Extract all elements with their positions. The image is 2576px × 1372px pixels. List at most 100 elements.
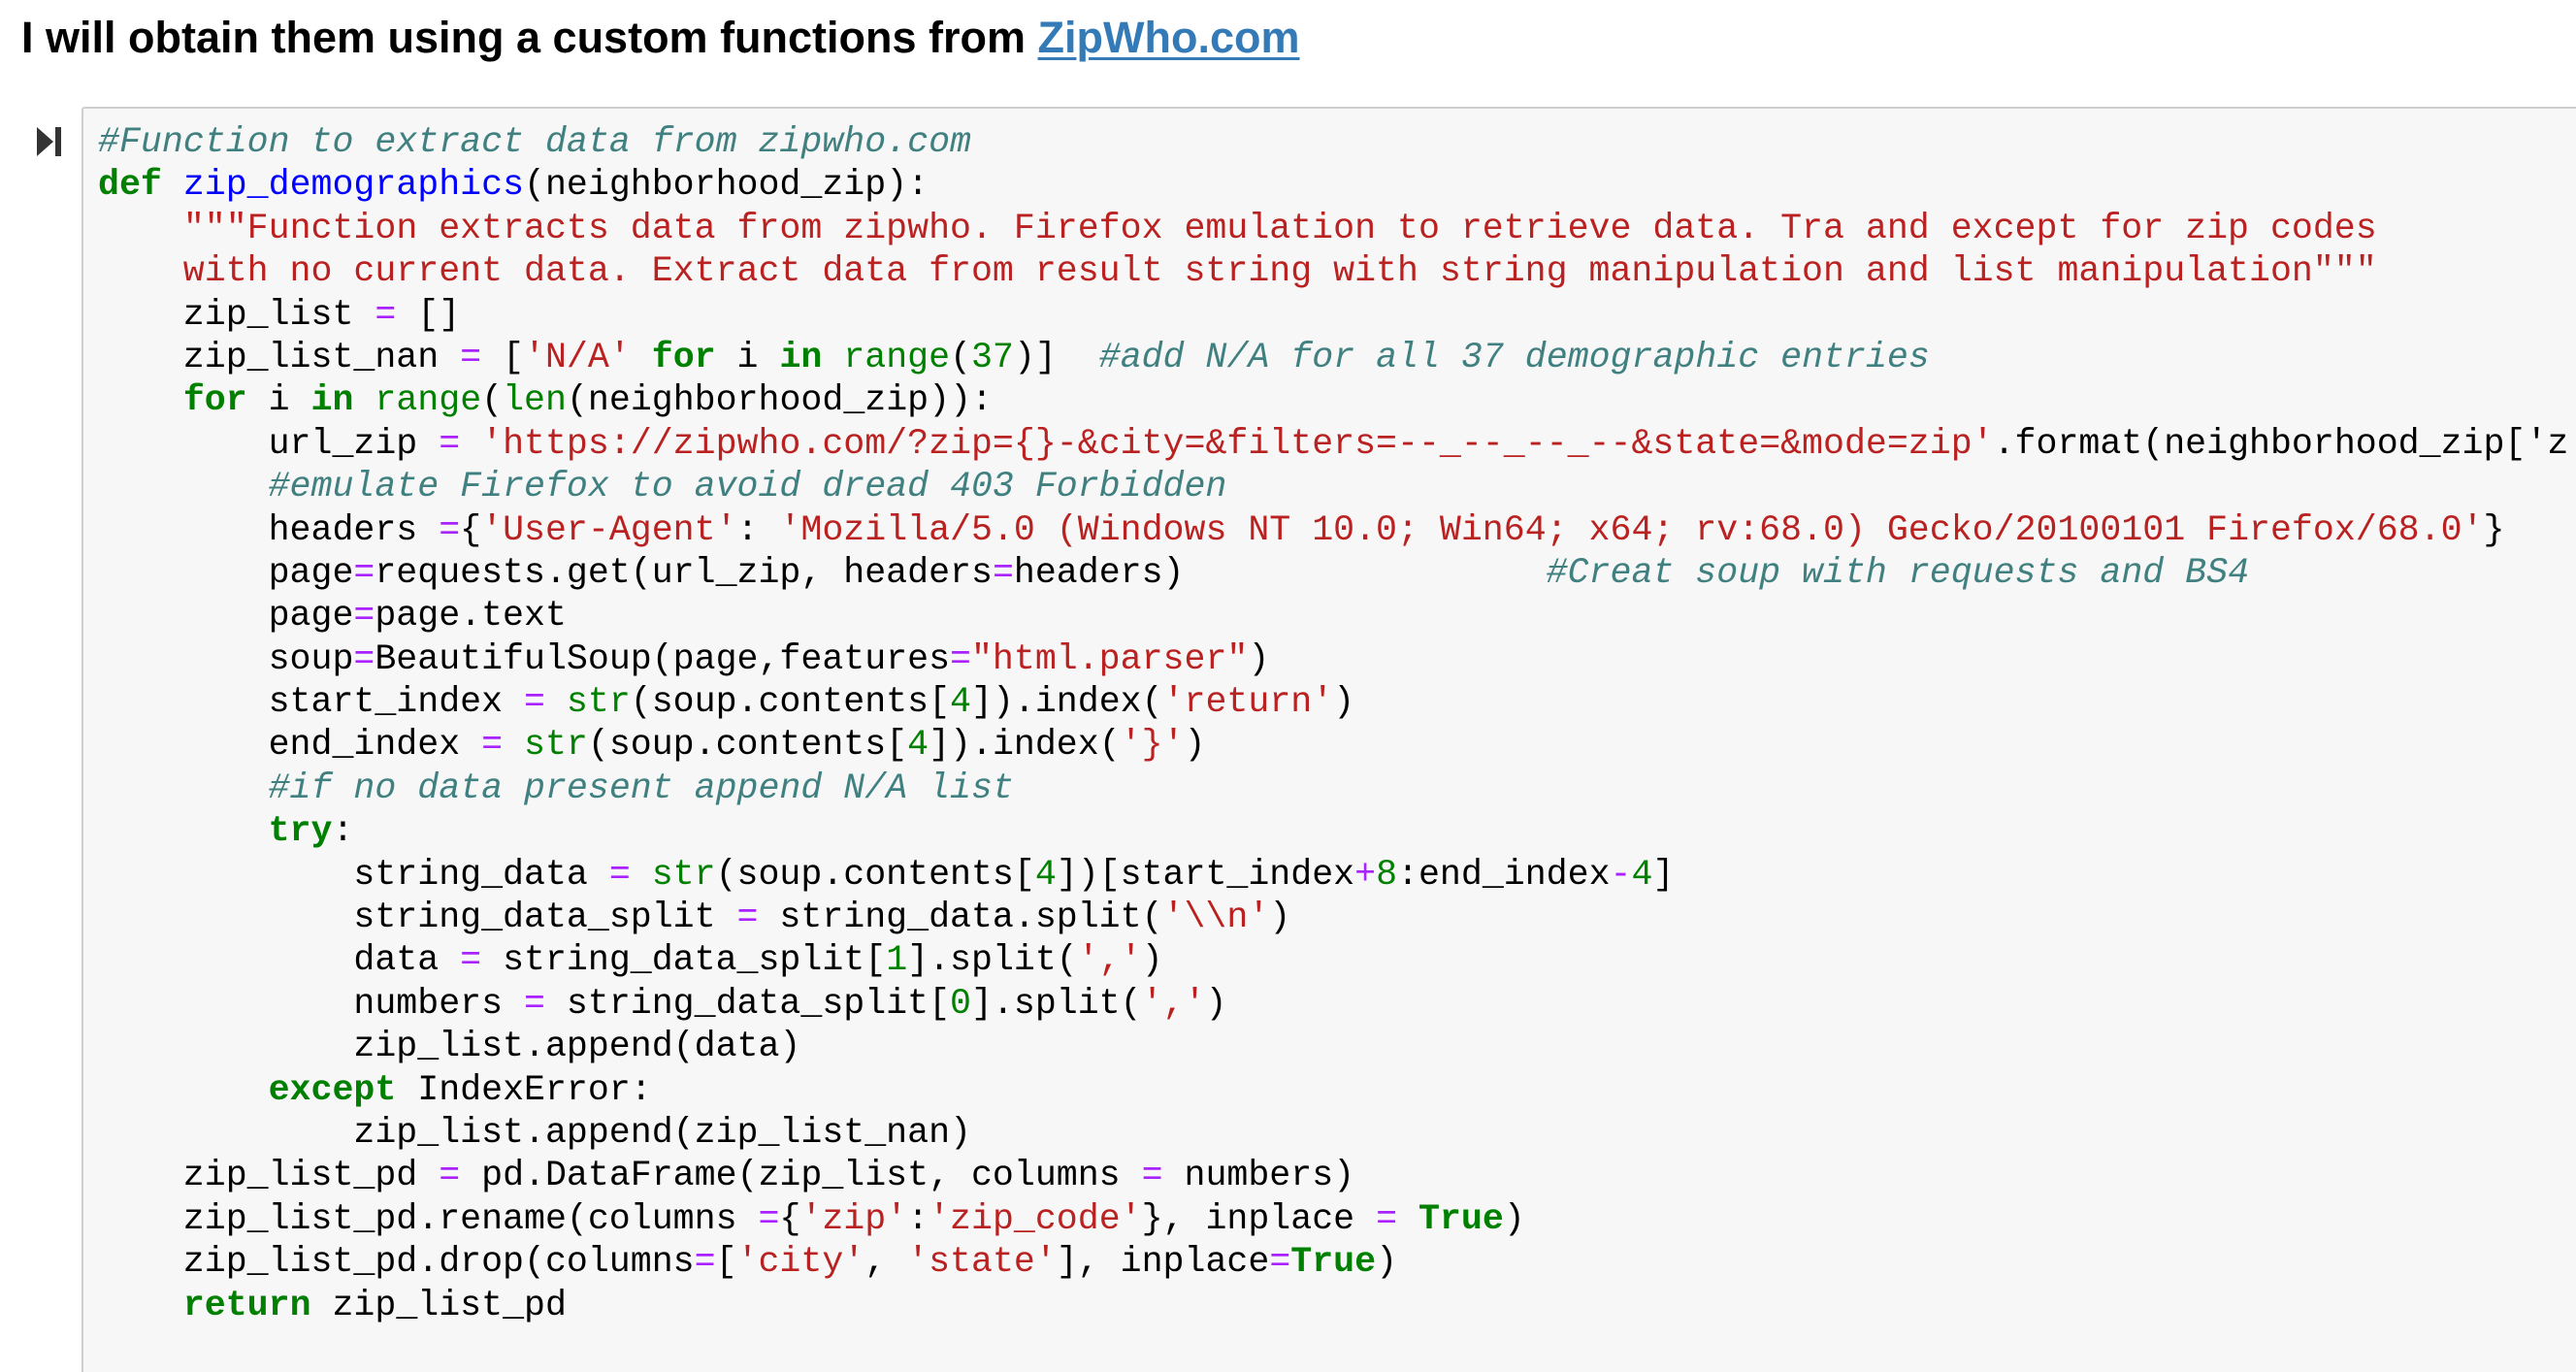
code-token: .format(neighborhood_zip['z — [1993, 423, 2569, 464]
code-token: page.text — [375, 596, 567, 637]
code-token: "html.parser" — [970, 638, 1249, 679]
code-token: str — [651, 854, 716, 895]
code-token: end_index — [98, 725, 482, 766]
code-token: zip_list_pd — [98, 1156, 440, 1196]
code-token: ) — [1141, 940, 1163, 981]
code-token: = — [439, 1156, 461, 1196]
code-token: = — [460, 337, 482, 377]
code-line: zip_list_pd.rename(columns ={'zip':'zip_… — [98, 1198, 2568, 1241]
code-token: #emulate Firefox to avoid dread 403 Forb… — [268, 467, 1227, 507]
code-token: def — [98, 165, 162, 206]
code-token: ) — [1248, 638, 1270, 679]
code-token: (soup.contents[ — [630, 682, 951, 723]
code-token: [] — [396, 294, 461, 335]
code-line: #emulate Firefox to avoid dread 403 Forb… — [98, 466, 2568, 508]
code-token: , — [864, 1242, 908, 1283]
code-token: { — [779, 1198, 801, 1239]
code-cell[interactable]: #Function to extract data from zipwho.co… — [82, 107, 2576, 1372]
code-token: '\\n' — [1162, 898, 1270, 938]
code-token: data — [98, 940, 461, 981]
code-token: = — [524, 983, 545, 1024]
code-token: = — [439, 509, 461, 550]
code-token: ) — [1269, 898, 1291, 938]
code-token: zip_list.append(zip_list_nan) — [98, 1112, 971, 1153]
code-line: zip_list.append(zip_list_nan) — [98, 1112, 2568, 1155]
code-token: """Function extracts data from zipwho. F… — [182, 208, 2377, 248]
code-token: 'return' — [1162, 682, 1334, 723]
code-token: ]).index( — [929, 725, 1121, 766]
code-token: = — [992, 552, 1014, 593]
code-token: '}' — [1120, 725, 1185, 766]
code-line: start_index = str(soup.contents[4]).inde… — [98, 681, 2568, 724]
code-token: ] — [1652, 854, 1675, 895]
code-token: string_data.split( — [758, 898, 1163, 938]
code-token: [ — [481, 337, 525, 377]
code-line: def zip_demographics(neighborhood_zip): — [98, 164, 2568, 207]
code-token: 'city' — [736, 1242, 865, 1283]
code-token: = — [353, 638, 375, 679]
code-line: page=requests.get(url_zip, headers=heade… — [98, 552, 2568, 595]
code-token: BeautifulSoup(page,features — [375, 638, 951, 679]
code-token: for — [651, 337, 716, 377]
code-token: ].split( — [907, 940, 1078, 981]
code-token: page — [98, 596, 354, 637]
code-line: page=page.text — [98, 595, 2568, 637]
code-line: data = string_data_split[1].split(',') — [98, 939, 2568, 982]
code-token: 1 — [886, 940, 908, 981]
run-cell-icon — [37, 127, 61, 156]
code-token: { — [460, 509, 482, 550]
code-token: zip_list.append(data) — [98, 1027, 801, 1067]
code-token: = — [353, 552, 375, 593]
code-token: ',' — [1141, 983, 1206, 1024]
run-cell-button[interactable] — [35, 124, 64, 159]
code-token: 'Mozilla/5.0 (Windows NT 10.0; Win64; x6… — [779, 509, 2484, 550]
code-token: zip_list_pd.drop(columns — [98, 1242, 695, 1283]
code-token: 'User-Agent' — [481, 509, 737, 550]
code-token: = — [950, 638, 971, 679]
code-token: 'https://zipwho.com/?zip={}-&city=&filte… — [481, 423, 1994, 464]
code-line: soup=BeautifulSoup(page,features="html.p… — [98, 638, 2568, 681]
code-editor[interactable]: #Function to extract data from zipwho.co… — [98, 121, 2568, 1327]
code-token: for — [182, 380, 247, 421]
code-token: string_data_split — [98, 898, 737, 938]
code-token: }, inplace — [1141, 1198, 1377, 1239]
code-token: with no current data. Extract data from … — [98, 251, 2377, 292]
zipwho-link[interactable]: ZipWho.com — [1038, 13, 1300, 62]
code-token: in — [779, 337, 823, 377]
code-token: page — [98, 552, 354, 593]
code-token: = — [694, 1242, 716, 1283]
code-line: zip_list_pd.drop(columns=['city', 'state… — [98, 1241, 2568, 1284]
code-token: headers — [98, 509, 440, 550]
code-line: with no current data. Extract data from … — [98, 250, 2568, 293]
code-token: range — [375, 380, 482, 421]
code-token: (neighborhood_zip): — [524, 165, 929, 206]
code-token: = — [375, 294, 397, 335]
code-token: zip_list_pd.rename(columns — [98, 1198, 759, 1239]
code-token: ( — [481, 380, 504, 421]
code-token: = — [1269, 1242, 1291, 1283]
code-line: except IndexError: — [98, 1069, 2568, 1112]
code-token: string_data_split[ — [481, 940, 887, 981]
code-token: = — [353, 596, 375, 637]
code-token: 4 — [1631, 854, 1653, 895]
code-token: : — [332, 811, 354, 852]
code-line: #Function to extract data from zipwho.co… — [98, 121, 2568, 164]
code-token: (soup.contents[ — [715, 854, 1035, 895]
code-token: = — [758, 1198, 780, 1239]
code-line: end_index = str(soup.contents[4]).index(… — [98, 724, 2568, 767]
code-token: True — [1290, 1242, 1377, 1283]
code-token: 'state' — [907, 1242, 1057, 1283]
code-token: ) — [1376, 1242, 1398, 1283]
